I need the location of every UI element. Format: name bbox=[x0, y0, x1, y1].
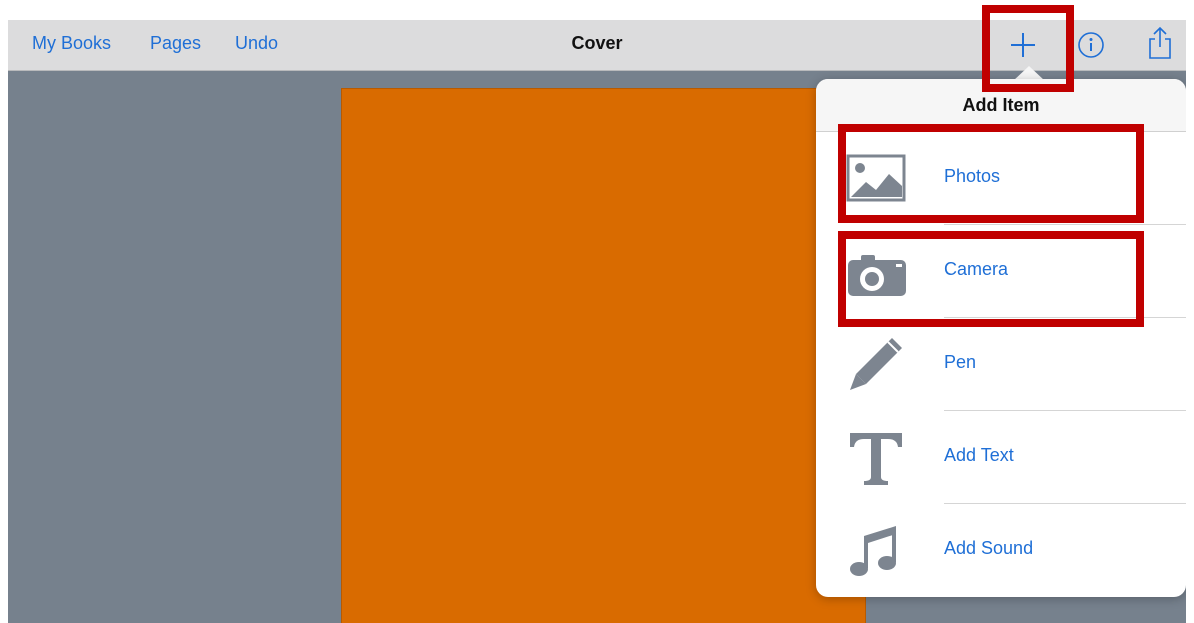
info-icon[interactable] bbox=[1076, 30, 1106, 65]
camera-icon bbox=[844, 241, 908, 301]
menu-label-add-text: Add Text bbox=[944, 445, 1014, 465]
menu-label-photos: Photos bbox=[944, 166, 1001, 186]
menu-item-add-text[interactable]: Add Text bbox=[816, 411, 1186, 504]
menu-item-pen[interactable]: Pen bbox=[816, 318, 1186, 411]
add-icon[interactable] bbox=[1008, 30, 1038, 65]
popover-title: Add Item bbox=[816, 79, 1186, 132]
menu-label-camera: Camera bbox=[944, 259, 1009, 279]
menu-item-add-sound[interactable]: Add Sound bbox=[816, 504, 1186, 597]
share-icon[interactable] bbox=[1145, 25, 1175, 66]
sound-icon bbox=[844, 520, 908, 580]
app-screen: My Books Pages Undo Cover Add Item Photo… bbox=[8, 20, 1186, 623]
pen-icon bbox=[844, 334, 908, 394]
photos-icon bbox=[844, 148, 908, 208]
menu-label-pen: Pen bbox=[944, 352, 977, 372]
toolbar: My Books Pages Undo Cover bbox=[8, 20, 1186, 71]
cover-page[interactable] bbox=[341, 88, 866, 623]
menu-item-camera[interactable]: Camera bbox=[816, 225, 1186, 318]
menu-item-photos[interactable]: Photos bbox=[816, 132, 1186, 225]
add-item-popover: Add Item Photos Camera Pen Add Text Add … bbox=[816, 79, 1186, 597]
menu-label-add-sound: Add Sound bbox=[944, 538, 1034, 558]
text-icon bbox=[844, 427, 908, 487]
